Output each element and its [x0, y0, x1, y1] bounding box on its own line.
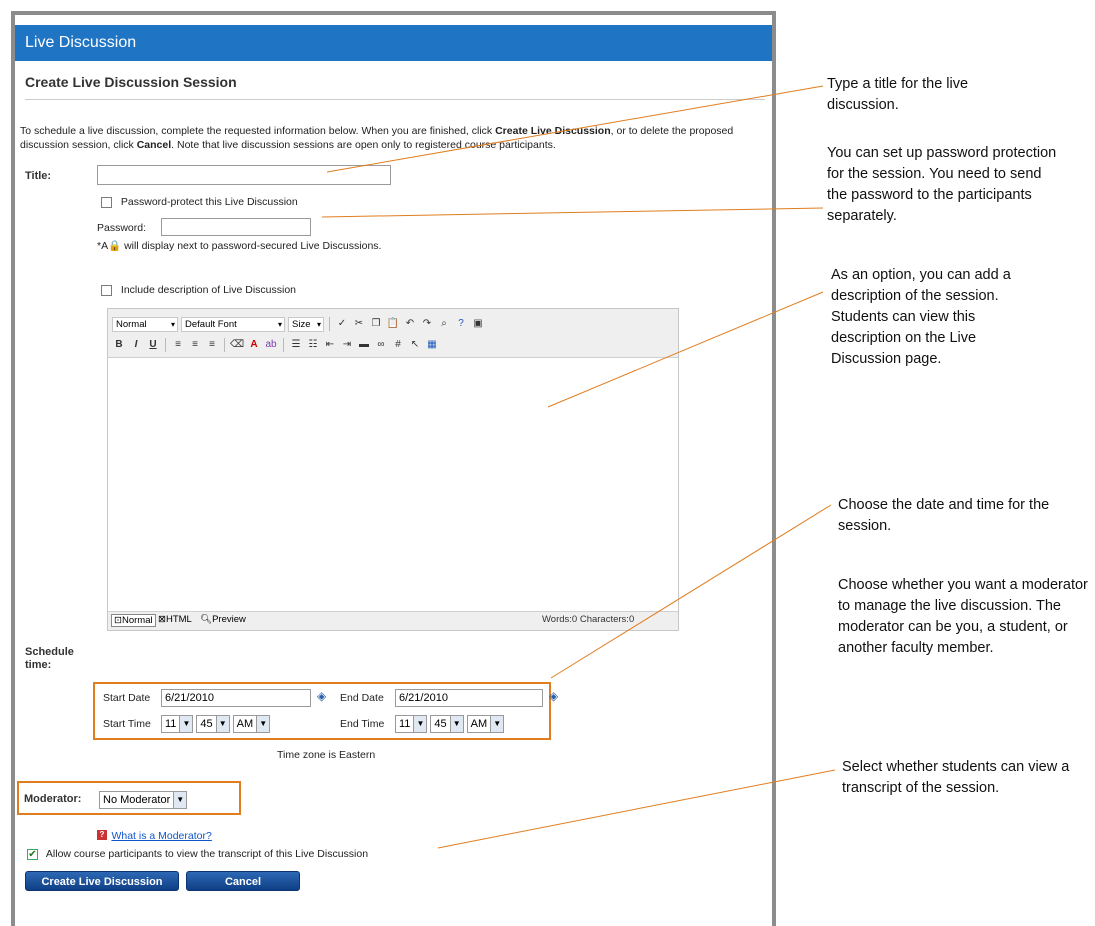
horizontal-rule-icon[interactable]: ▬: [357, 338, 371, 352]
moderator-help: ? What is a Moderator?: [97, 826, 212, 844]
link-icon[interactable]: ∞: [374, 338, 388, 352]
end-date-input[interactable]: 6/21/2010: [395, 689, 543, 707]
password-protect-row: Password-protect this Live Discussion: [101, 196, 298, 208]
help-icon[interactable]: ?: [454, 317, 468, 331]
bullet-list-icon[interactable]: ☷: [306, 338, 320, 352]
mode-normal-tab[interactable]: ⊡Normal: [111, 614, 156, 627]
password-input[interactable]: [161, 218, 311, 236]
lock-icon: 🔒: [108, 240, 122, 252]
transcript-row: ✔ Allow course participants to view the …: [27, 848, 368, 860]
title-label: Title:: [25, 170, 52, 182]
start-date-input[interactable]: 6/21/2010: [161, 689, 311, 707]
schedule-label: Schedule time:: [25, 646, 74, 671]
end-date-label: End Date: [340, 692, 384, 704]
redo-icon[interactable]: ↷: [420, 317, 434, 331]
divider: [25, 99, 765, 100]
password-protect-label: Password-protect this Live Discussion: [120, 196, 298, 208]
title-input[interactable]: [97, 165, 391, 185]
question-icon: ?: [97, 829, 107, 840]
end-time-label: End Time: [340, 718, 385, 730]
align-right-icon[interactable]: ≡: [205, 338, 219, 352]
eraser-icon[interactable]: ⌫: [230, 338, 244, 352]
align-left-icon[interactable]: ≡: [171, 338, 185, 352]
annotation-moderator: Choose whether you want a moderator to m…: [838, 577, 1088, 656]
copy-icon[interactable]: ❐: [369, 317, 383, 331]
rich-text-editor: Normal ▾ Default Font ▾ Size ▾ ✓ ✂ ❐ 📋 ↶ ↷ …: [107, 308, 679, 631]
window-title: Live Discussion: [15, 25, 772, 61]
moderator-label: Moderator:: [24, 793, 82, 805]
moderator-box: Moderator: No Moderator ▼: [17, 781, 241, 815]
toolbar-separator: [165, 338, 166, 352]
underline-icon[interactable]: U: [146, 338, 160, 352]
annotation-schedule: Choose the date and time for the session…: [838, 497, 1050, 534]
page-subtitle: Create Live Discussion Session: [25, 74, 237, 90]
calendar-icon[interactable]: ◈: [317, 689, 326, 703]
mode-preview-tab[interactable]: 🔍︎Preview: [200, 614, 246, 625]
fullscreen-icon[interactable]: ▣: [471, 317, 485, 331]
password-note: *A🔒 will display next to password-secure…: [97, 240, 382, 252]
editor-toolbar: Normal ▾ Default Font ▾ Size ▾ ✓ ✂ ❐ 📋 ↶ ↷ …: [108, 309, 678, 358]
start-ampm-select[interactable]: AM ▼: [232, 715, 271, 733]
calendar-icon[interactable]: ◈: [549, 689, 558, 703]
paragraph-select[interactable]: Normal ▾: [112, 316, 178, 332]
toolbar-separator: [224, 338, 225, 352]
font-color-icon[interactable]: A: [247, 338, 261, 352]
font-select[interactable]: Default Font ▾: [181, 316, 285, 332]
transcript-label: Allow course participants to view the tr…: [45, 848, 369, 860]
transcript-checkbox[interactable]: ✔: [27, 848, 38, 860]
paste-icon[interactable]: 📋: [386, 317, 400, 331]
annotation-transcript: Select whether students can view a trans…: [842, 759, 1070, 796]
spellcheck-icon[interactable]: ✓: [335, 317, 349, 331]
table-icon[interactable]: #: [391, 338, 405, 352]
annotation-password: You can set up password protection for t…: [827, 145, 1057, 224]
italic-icon[interactable]: I: [129, 338, 143, 352]
description-label: Include description of Live Discussion: [120, 284, 297, 296]
word-char-count: Words:0 Characters:0: [542, 614, 635, 625]
editor-content-area[interactable]: [108, 357, 678, 612]
toolbar-separator: [283, 338, 284, 352]
cursor-icon[interactable]: ↖: [408, 338, 422, 352]
bold-icon[interactable]: B: [112, 338, 126, 352]
mode-html-tab[interactable]: ⊠HTML: [158, 614, 192, 625]
size-select[interactable]: Size ▾: [288, 316, 324, 332]
start-hour-select[interactable]: 11 ▼: [161, 715, 194, 733]
timezone-note: Time zone is Eastern: [277, 749, 376, 761]
indent-icon[interactable]: ⇥: [340, 338, 354, 352]
moderator-select[interactable]: No Moderator ▼: [99, 791, 188, 809]
password-label: Password:: [97, 222, 147, 234]
start-time-label: Start Time: [103, 718, 151, 730]
password-protect-checkbox[interactable]: [101, 196, 112, 208]
cut-icon[interactable]: ✂: [352, 317, 366, 331]
end-hour-select[interactable]: 11 ▼: [395, 715, 428, 733]
intro-text: To schedule a live discussion, complete …: [20, 125, 734, 151]
start-time-selects: 11 ▼ 45 ▼ AM ▼: [161, 715, 271, 733]
annotation-description: As an option, you can add a description …: [831, 267, 1011, 367]
align-center-icon[interactable]: ≡: [188, 338, 202, 352]
schedule-box: Start Date 6/21/2010 ◈ End Date 6/21/201…: [93, 682, 558, 740]
grid-icon[interactable]: ▦: [425, 338, 439, 352]
start-date-label: Start Date: [103, 692, 151, 704]
undo-icon[interactable]: ↶: [403, 317, 417, 331]
end-time-selects: 11 ▼ 45 ▼ AM ▼: [395, 715, 505, 733]
end-minute-select[interactable]: 45 ▼: [430, 715, 464, 733]
numbered-list-icon[interactable]: ☰: [289, 338, 303, 352]
cancel-button[interactable]: Cancel: [186, 871, 300, 891]
description-row: Include description of Live Discussion: [101, 284, 296, 296]
live-discussion-panel: Live Discussion Create Live Discussion S…: [11, 11, 776, 926]
editor-statusbar: ⊡Normal ⊠HTML 🔍︎Preview Words:0 Characte…: [108, 611, 678, 630]
end-ampm-select[interactable]: AM ▼: [466, 715, 505, 733]
find-icon[interactable]: ⌕: [437, 317, 451, 331]
create-live-discussion-button[interactable]: Create Live Discussion: [25, 871, 179, 891]
start-minute-select[interactable]: 45 ▼: [196, 715, 230, 733]
moderator-help-link[interactable]: What is a Moderator?: [111, 830, 211, 842]
highlight-icon[interactable]: ab: [264, 338, 278, 352]
outdent-icon[interactable]: ⇤: [323, 338, 337, 352]
description-checkbox[interactable]: [101, 284, 112, 296]
annotation-title: Type a title for the live discussion.: [827, 76, 969, 113]
toolbar-separator: [329, 317, 330, 331]
